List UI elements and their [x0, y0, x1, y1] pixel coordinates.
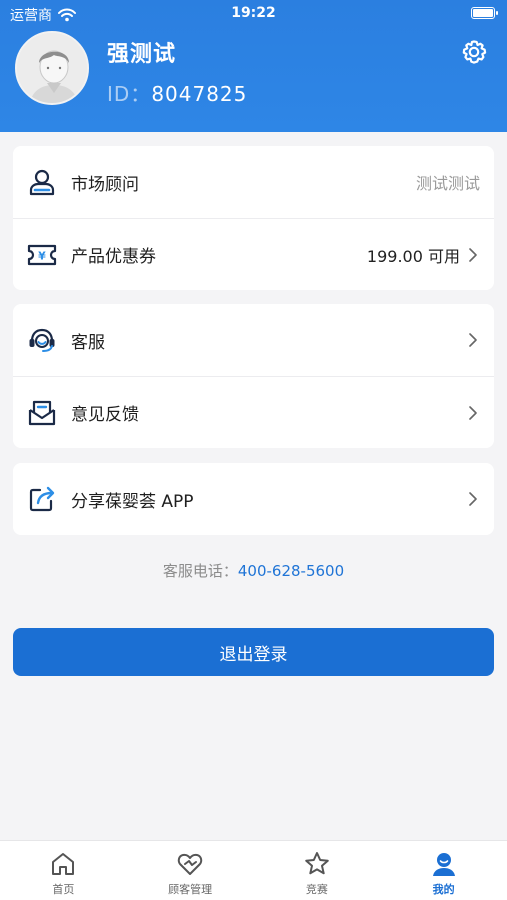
svg-text:¥: ¥ — [38, 249, 46, 262]
avatar[interactable] — [15, 31, 89, 105]
gear-icon — [462, 40, 487, 64]
chevron-right-icon — [466, 247, 480, 262]
coupon-label: 产品优惠券 — [71, 247, 156, 267]
service-phone-label: 客服电话： — [162, 562, 238, 580]
support-card: 客服 意见反馈 — [13, 304, 494, 448]
feedback-label: 意见反馈 — [71, 405, 139, 425]
customer-service-row[interactable]: 客服 — [13, 304, 494, 376]
account-info-card: 市场顾问 测试测试 ¥ 产品优惠券 199.00 可用 — [13, 146, 494, 290]
share-app-label: 分享葆婴荟 APP — [71, 491, 194, 512]
service-phone-line: 客服电话：400-628-5600 — [0, 560, 507, 581]
tab-home[interactable]: 首页 — [0, 841, 127, 900]
advisor-icon — [27, 167, 57, 197]
battery-icon — [471, 7, 498, 19]
market-advisor-row[interactable]: 市场顾问 测试测试 — [13, 146, 494, 218]
logout-button[interactable]: 退出登录 — [13, 628, 494, 676]
share-card: 分享葆婴荟 APP — [13, 463, 494, 535]
service-phone-link[interactable]: 400-628-5600 — [238, 562, 344, 580]
advisor-value: 测试测试 — [415, 174, 480, 193]
tab-mine[interactable]: 我的 — [380, 841, 507, 900]
chevron-right-icon — [466, 492, 480, 506]
profile-header: 运营商 19:22 强测试 ID：8047825 — [0, 0, 507, 132]
customer-service-label: 客服 — [71, 332, 105, 353]
home-icon — [52, 853, 75, 875]
chevron-right-icon — [466, 405, 480, 420]
coupon-value: 199.00 可用 — [366, 246, 460, 266]
status-bar: 运营商 19:22 — [0, 0, 507, 30]
feedback-mail-icon — [27, 398, 57, 428]
profile-id-value: 8047825 — [151, 82, 248, 106]
tab-competition[interactable]: 竞赛 — [254, 841, 381, 900]
coupon-icon: ¥ — [27, 240, 57, 270]
profile-id: ID：8047825 — [107, 78, 247, 107]
coupon-row[interactable]: ¥ 产品优惠券 199.00 可用 — [13, 218, 494, 290]
headset-icon — [27, 325, 57, 355]
bottom-tab-bar: 首页 顾客管理 竞赛 我的 — [0, 840, 507, 900]
share-icon — [27, 484, 57, 514]
tab-customer-management[interactable]: 顾客管理 — [127, 841, 254, 900]
tab-competition-label: 竞赛 — [305, 883, 328, 896]
chevron-right-icon — [466, 333, 480, 347]
tab-home-label: 首页 — [52, 883, 75, 896]
share-app-row[interactable]: 分享葆婴荟 APP — [13, 463, 494, 535]
star-icon — [305, 852, 329, 875]
feedback-row[interactable]: 意见反馈 — [13, 376, 494, 448]
settings-button[interactable] — [459, 37, 489, 67]
user-profile-icon — [432, 853, 455, 876]
profile-name: 强测试 — [107, 42, 177, 67]
default-avatar-icon — [17, 33, 87, 103]
heart-icon — [177, 853, 203, 875]
profile-id-label: ID： — [107, 82, 152, 106]
tab-customer-management-label: 顾客管理 — [168, 883, 213, 896]
status-time: 19:22 — [231, 5, 276, 21]
advisor-label: 市场顾问 — [71, 174, 139, 195]
tab-mine-label: 我的 — [432, 883, 455, 896]
